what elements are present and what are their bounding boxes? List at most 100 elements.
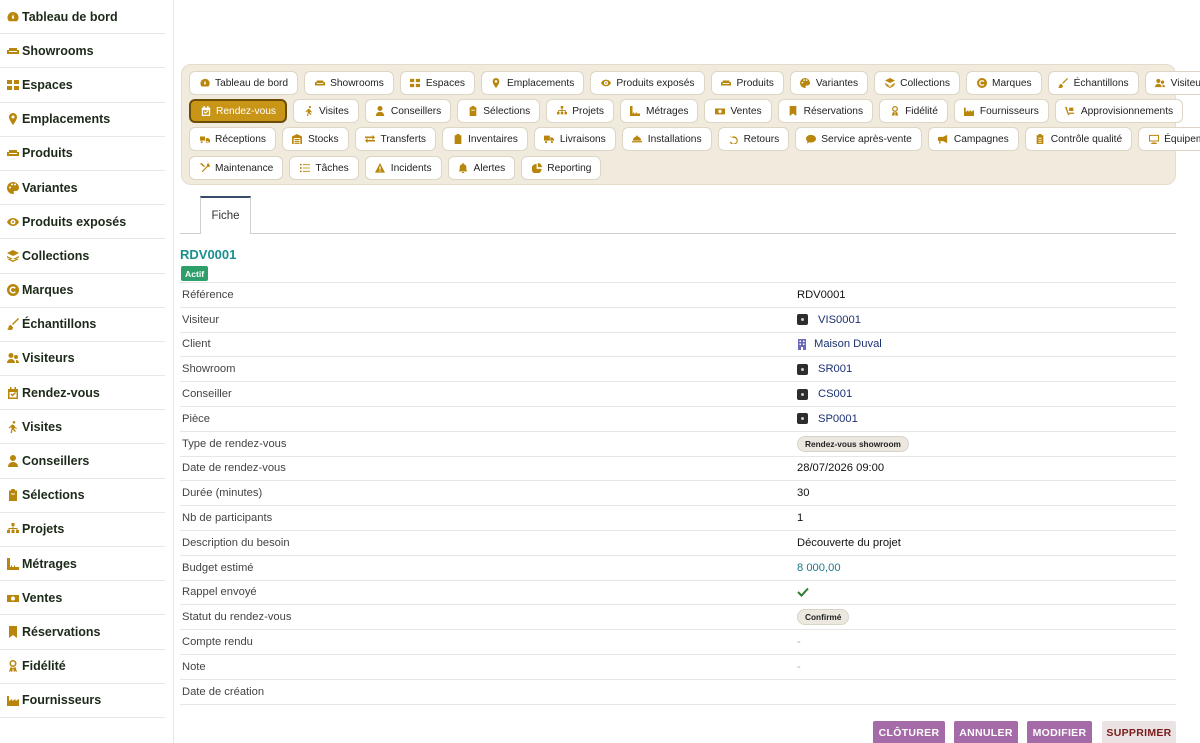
sidebar-item-visiteurs[interactable]: Visiteurs [0, 342, 165, 377]
nav-tab-transferts[interactable]: Transferts [354, 127, 437, 151]
close-record-button[interactable]: CLÔTURER [873, 721, 945, 743]
nav-tab-conseillers[interactable]: Conseillers [364, 99, 452, 123]
sidebar-item-collections[interactable]: Collections [0, 239, 165, 274]
sidebar-item-label: Projets [22, 522, 65, 537]
nav-tab-incidents[interactable]: Incidents [364, 156, 442, 180]
sidebar-item-echantillons[interactable]: Échantillons [0, 308, 165, 342]
sitemap-icon [556, 106, 567, 117]
nav-tab-service-apres-vente[interactable]: Service après-vente [795, 127, 922, 151]
sidebar-item-produits[interactable]: Produits [0, 137, 165, 171]
warehouse-icon [292, 134, 303, 145]
nav-tab-taches[interactable]: Tâches [289, 156, 359, 180]
nav-tab-emplacements[interactable]: Emplacements [480, 71, 585, 95]
nav-tab-reporting[interactable]: Reporting [521, 156, 602, 180]
nav-tab-inventaires[interactable]: Inventaires [442, 127, 528, 151]
field-link-text: SR001 [818, 363, 853, 376]
bookmark-icon [6, 625, 20, 639]
palette-icon [6, 181, 20, 195]
nav-tab-label: Tableau de bord [215, 77, 289, 89]
field-link[interactable]: CS001 [797, 388, 852, 400]
delete-record-button[interactable]: SUPPRIMER [1102, 721, 1176, 743]
field-row: Client Maison Duval [180, 333, 1176, 358]
sofa-icon [6, 146, 20, 160]
sidebar-item-showrooms[interactable]: Showrooms [0, 34, 165, 69]
nav-tab-metrages[interactable]: Métrages [619, 99, 699, 123]
field-value: Rendez-vous showroom [797, 435, 909, 452]
sidebar-item-fidelite[interactable]: Fidélité [0, 650, 165, 684]
layers-icon [6, 249, 20, 263]
field-label: Note [182, 660, 206, 673]
sidebar-item-projets[interactable]: Projets [0, 513, 165, 547]
sidebar-item-ventes[interactable]: Ventes [0, 581, 165, 616]
field-label: Showroom [182, 363, 236, 376]
field-label: Pièce [182, 412, 210, 425]
nav-tab-label: Inventaires [468, 133, 518, 145]
nav-tab-reservations[interactable]: Réservations [777, 99, 874, 123]
sidebar-item-fournisseurs[interactable]: Fournisseurs [0, 684, 165, 718]
nav-tab-projets[interactable]: Projets [546, 99, 614, 123]
nav-tab-selections[interactable]: Sélections [457, 99, 541, 123]
nav-tab-label: Échantillons [1073, 77, 1129, 89]
nav-tab-fournisseurs[interactable]: Fournisseurs [953, 99, 1049, 123]
nav-tab-fidelite[interactable]: Fidélité [879, 99, 948, 123]
sidebar-item-emplacements[interactable]: Emplacements [0, 103, 165, 137]
sidebar-item-visites[interactable]: Visites [0, 410, 165, 445]
sidebar-item-rendez-vous[interactable]: Rendez-vous [0, 376, 165, 411]
nav-tab-visites[interactable]: Visites [293, 99, 359, 123]
nav-tab-rendez-vous[interactable]: Rendez-vous [189, 99, 288, 123]
nav-tab-controle-qualite[interactable]: Contrôle qualité [1024, 127, 1133, 151]
nav-tab-collections[interactable]: Collections [874, 71, 960, 95]
nav-tab-maintenance[interactable]: Maintenance [189, 156, 284, 180]
sidebar-item-espaces[interactable]: Espaces [0, 68, 165, 103]
sidebar-item-metrages[interactable]: Métrages [0, 547, 165, 582]
field-link[interactable]: VIS0001 [797, 314, 861, 326]
nav-tab-retours[interactable]: Retours [717, 127, 790, 151]
nav-tab-espaces[interactable]: Espaces [399, 71, 475, 95]
nav-tab-ventes[interactable]: Ventes [704, 99, 772, 123]
nav-tab-stocks[interactable]: Stocks [281, 127, 349, 151]
nav-tab-visiteurs[interactable]: Visiteurs [1144, 71, 1200, 95]
calendar-check-icon [6, 386, 20, 400]
field-link[interactable]: SR001 [797, 363, 852, 375]
sidebar-item-reservations[interactable]: Réservations [0, 615, 165, 650]
tab-fiche[interactable]: Fiche [200, 196, 251, 234]
sidebar-item-variantes[interactable]: Variantes [0, 171, 165, 206]
truck-loading-icon [199, 134, 210, 145]
nav-tab-approvisionnements[interactable]: Approvisionnements [1054, 99, 1184, 123]
field-row: Pièce SP0001 [180, 407, 1176, 432]
field-row: Note - [180, 655, 1176, 680]
sidebar-item-tableau-de-bord[interactable]: Tableau de bord [0, 0, 165, 35]
sidebar-item-conseillers[interactable]: Conseillers [0, 444, 165, 479]
field-value: Confirmé [797, 609, 850, 626]
nav-tab-echantillons[interactable]: Échantillons [1047, 71, 1139, 95]
sidebar-item-label: Variantes [22, 180, 78, 195]
nav-tab-livraisons[interactable]: Livraisons [533, 127, 616, 151]
bell-icon [458, 163, 469, 174]
sidebar-item-selections[interactable]: Sélections [0, 479, 165, 513]
grid-icon [6, 78, 20, 92]
edit-record-button[interactable]: MODIFIER [1027, 721, 1092, 743]
ruler-icon [630, 106, 641, 117]
nav-tab-showrooms[interactable]: Showrooms [304, 71, 394, 95]
sidebar-item-produits-exposes[interactable]: Produits exposés [0, 205, 165, 240]
nav-tab-equipements[interactable]: Équipements [1138, 127, 1200, 151]
field-value: RDV0001 [797, 288, 846, 301]
map-pin-icon [491, 78, 502, 89]
nav-tab-receptions[interactable]: Réceptions [189, 127, 276, 151]
nav-tab-produits-exposes[interactable]: Produits exposés [590, 71, 705, 95]
field-label: Rappel envoyé [182, 586, 257, 599]
brush-icon [6, 317, 20, 331]
sidebar-item-marques[interactable]: Marques [0, 274, 165, 308]
nav-tab-variantes[interactable]: Variantes [789, 71, 869, 95]
field-link[interactable]: SP0001 [797, 413, 858, 425]
nav-tab-campagnes[interactable]: Campagnes [927, 127, 1019, 151]
nav-tab-label: Installations [647, 133, 702, 145]
nav-tab-produits[interactable]: Produits [710, 71, 784, 95]
nav-tab-alertes[interactable]: Alertes [447, 156, 516, 180]
field-link[interactable]: Maison Duval [797, 338, 882, 350]
cancel-record-button[interactable]: ANNULER [954, 721, 1018, 743]
nav-tab-tableau-de-bord[interactable]: Tableau de bord [189, 71, 299, 95]
nav-tab-installations[interactable]: Installations [621, 127, 712, 151]
nav-tab-label: Visites [319, 105, 349, 117]
nav-tab-marques[interactable]: Marques [966, 71, 1042, 95]
